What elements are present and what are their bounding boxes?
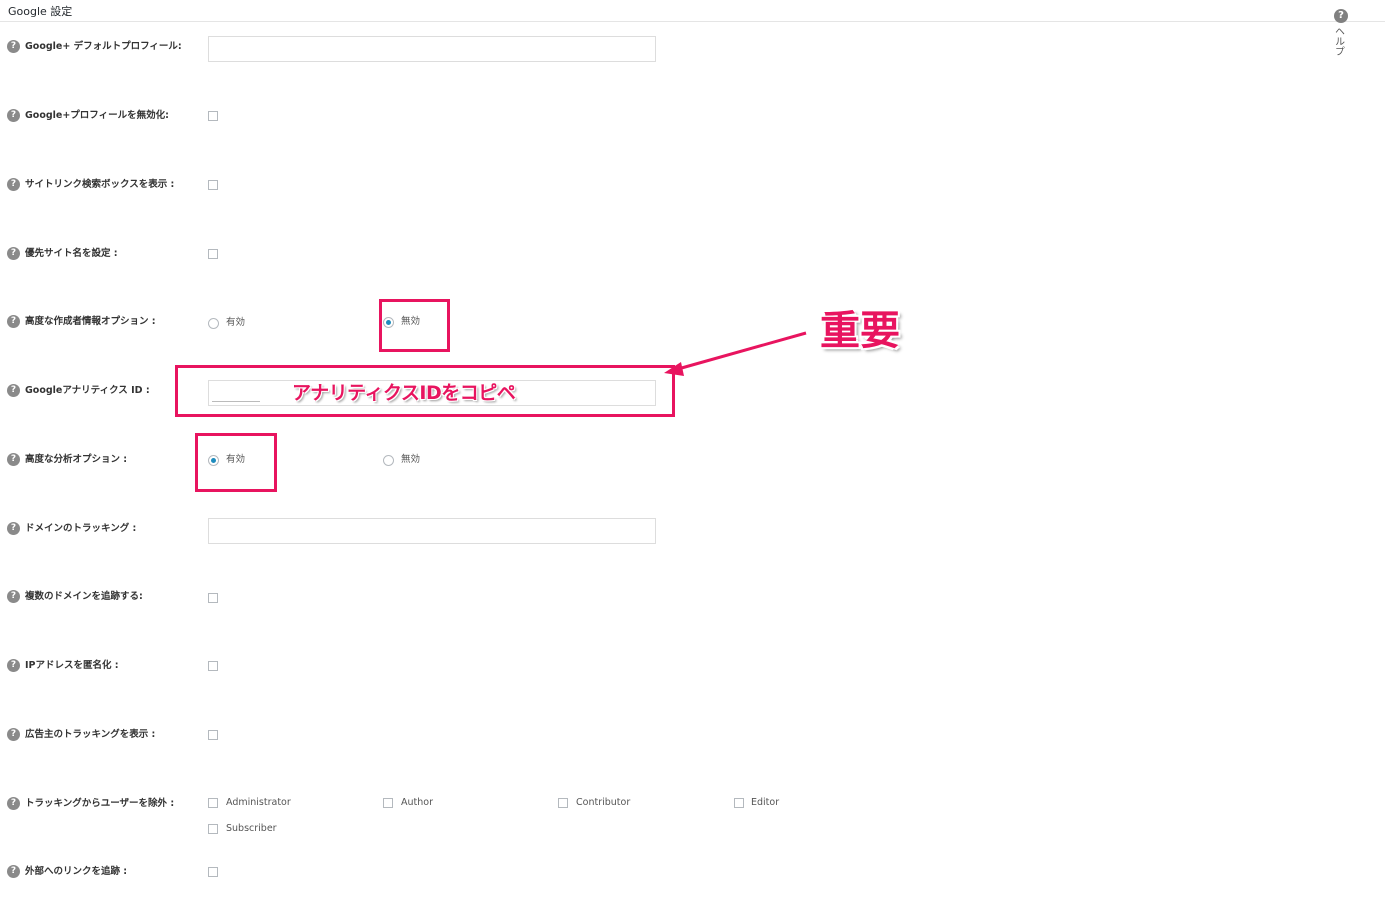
annotation-arrow bbox=[664, 331, 807, 376]
arrow-head bbox=[664, 362, 684, 376]
arrow-shaft bbox=[677, 331, 807, 371]
annotation-important: 重要 bbox=[820, 308, 900, 354]
